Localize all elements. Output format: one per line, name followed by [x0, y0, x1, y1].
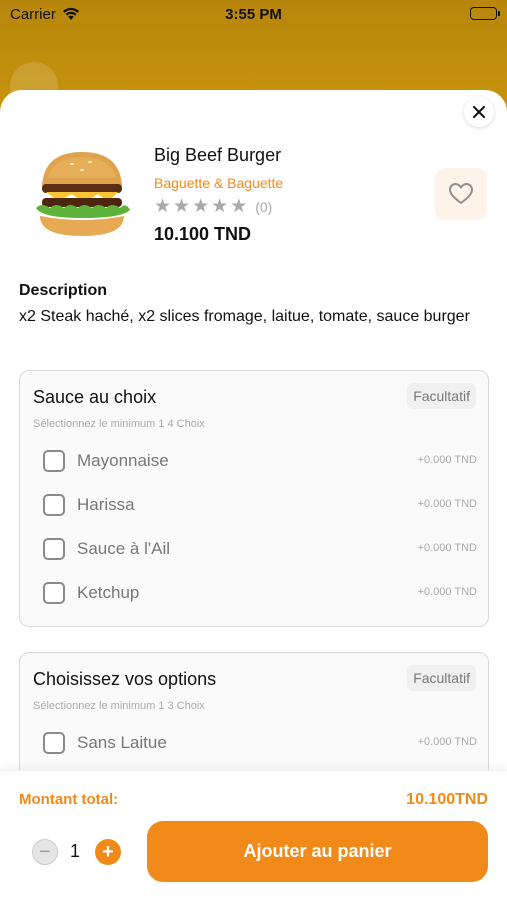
optional-badge: Facultatif [407, 383, 476, 409]
total-label: Montant total: [19, 791, 119, 808]
plus-icon: + [102, 841, 114, 863]
option-row[interactable]: Harissa +0.000 TND [20, 483, 490, 527]
group-title: Sauce au choix [33, 387, 157, 407]
option-label: Sauce à l'Ail [77, 539, 171, 558]
product-price: 10.100 TND [154, 224, 252, 244]
option-row[interactable]: Sauce à l'Ail +0.000 TND [20, 527, 490, 571]
star-icon: ★ [173, 196, 191, 217]
favorite-button[interactable] [435, 168, 487, 220]
option-price: +0.000 TND [417, 498, 477, 510]
star-icon: ★ [192, 196, 210, 217]
product-header: Big Beef Burger Baguette & Baguette ★ ★ … [0, 140, 507, 250]
option-price: +0.000 TND [417, 454, 477, 466]
group-hint: Sélectionnez le minimum 1 3 Choix [33, 700, 205, 712]
quantity-value: 1 [70, 841, 81, 861]
increase-quantity-button[interactable]: + [95, 839, 121, 865]
option-price: +0.000 TND [417, 736, 477, 748]
close-icon [473, 106, 485, 118]
checkbox[interactable] [43, 582, 65, 604]
star-icon: ★ [230, 196, 248, 217]
option-price: +0.000 TND [417, 586, 477, 598]
heart-icon [449, 183, 473, 204]
minus-icon: − [39, 841, 51, 863]
option-row[interactable]: Ketchup +0.000 TND [20, 571, 490, 615]
checkbox[interactable] [43, 494, 65, 516]
checkbox[interactable] [43, 450, 65, 472]
group-title: Choisissez vos options [33, 669, 217, 689]
option-group-sauce: Sauce au choix Facultatif Sélectionnez l… [19, 370, 489, 627]
checkbox[interactable] [43, 538, 65, 560]
battery-icon [470, 7, 500, 20]
status-time: 3:55 PM [225, 5, 282, 23]
rating-count: (0) [255, 199, 273, 215]
product-image [36, 152, 130, 236]
status-bar: Carrier 3:55 PM [0, 0, 507, 28]
cart-footer: Montant total: 10.100TND − 1 + Ajouter a… [0, 770, 507, 900]
optional-badge: Facultatif [407, 665, 476, 691]
checkbox[interactable] [43, 732, 65, 754]
product-sheet: Big Beef Burger Baguette & Baguette ★ ★ … [0, 90, 507, 900]
star-icon: ★ [211, 196, 229, 217]
close-button[interactable] [464, 97, 494, 127]
option-label: Mayonnaise [77, 451, 169, 470]
rating: ★ ★ ★ ★ ★ (0) [154, 196, 272, 218]
option-price: +0.000 TND [417, 542, 477, 554]
decrease-quantity-button[interactable]: − [32, 839, 58, 865]
option-row[interactable]: Mayonnaise +0.000 TND [20, 439, 490, 483]
option-row[interactable]: Sans Laitue +0.000 TND [20, 721, 490, 765]
option-label: Sans Laitue [77, 733, 167, 752]
product-name: Big Beef Burger [154, 145, 282, 165]
restaurant-link[interactable]: Baguette & Baguette [154, 175, 283, 191]
total-value: 10.100TND [406, 791, 488, 808]
star-icon: ★ [154, 196, 172, 217]
option-label: Ketchup [77, 583, 140, 602]
add-to-cart-button[interactable]: Ajouter au panier [147, 821, 488, 882]
group-hint: Sélectionnez le minimum 1 4 Choix [33, 418, 205, 430]
description-text: x2 Steak haché, x2 slices fromage, laitu… [19, 308, 470, 325]
option-label: Harissa [77, 495, 135, 514]
description-title: Description [19, 282, 108, 299]
